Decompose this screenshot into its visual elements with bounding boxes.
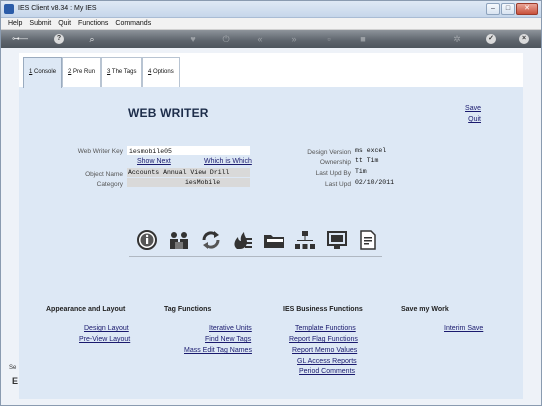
fire-list-icon[interactable]	[231, 229, 253, 251]
power-icon[interactable]: ⏻	[220, 33, 232, 45]
category-value: iesMobile	[127, 178, 250, 187]
title-bar[interactable]: IES Client v8.34 : My IES – □ ✕	[1, 1, 541, 18]
tab-console-key: 1	[29, 69, 33, 75]
window-controls: – □ ✕	[486, 3, 538, 15]
tab-options-label: Options	[153, 69, 174, 75]
heart-icon[interactable]: ♥	[187, 33, 199, 45]
period-comments-link[interactable]: Period Comments	[299, 368, 355, 375]
app-window: IES Client v8.34 : My IES – □ ✕ Help Sub…	[0, 0, 542, 406]
tab-pre-run-label: Pre Run	[73, 69, 96, 75]
show-next-link[interactable]: Show Next	[137, 158, 171, 165]
interim-save-link[interactable]: Interim Save	[444, 325, 483, 332]
menu-submit[interactable]: Submit	[29, 18, 51, 29]
search-icon[interactable]: ⌕	[86, 33, 98, 45]
help-icon[interactable]: ?	[54, 34, 64, 44]
business-functions-heading: IES Business Functions	[283, 306, 363, 313]
tab-options-key: 4	[148, 69, 152, 75]
menu-help[interactable]: Help	[8, 18, 22, 29]
report-memo-values-link[interactable]: Report Memo Values	[292, 347, 357, 354]
check-icon[interactable]: ✓	[486, 34, 496, 44]
side-fragment: Se E	[1, 363, 19, 403]
tab-console[interactable]: 1 Console	[23, 57, 63, 88]
minimize-button[interactable]: –	[486, 3, 500, 15]
save-my-work-heading: Save my Work	[401, 306, 449, 313]
last-upd-by-label: Last Upd By	[315, 170, 351, 177]
appearance-heading: Appearance and Layout	[46, 306, 126, 313]
design-layout-link[interactable]: Design Layout	[84, 325, 129, 332]
quit-link[interactable]: Quit	[468, 116, 481, 123]
side-fragment-letter: E	[12, 376, 19, 386]
fast-forward-icon[interactable]: »	[288, 33, 300, 45]
last-upd-label: Last Upd	[324, 181, 351, 188]
function-icon-row	[131, 229, 379, 257]
menu-quit[interactable]: Quit	[58, 18, 71, 29]
mark-icon[interactable]: ▫	[323, 33, 335, 45]
gl-access-reports-link[interactable]: GL Access Reports	[297, 358, 357, 365]
ownership-label: Ownership	[319, 159, 351, 166]
users-icon[interactable]	[168, 229, 190, 251]
tab-the-tags[interactable]: 3 The Tags	[101, 57, 143, 87]
page-title: WEB WRITER	[128, 106, 209, 120]
save-link[interactable]: Save	[465, 105, 481, 112]
window-title: IES Client v8.34 : My IES	[18, 5, 97, 12]
close-button[interactable]: ✕	[516, 3, 538, 15]
find-new-tags-link[interactable]: Find New Tags	[205, 336, 251, 343]
which-is-which-link[interactable]: Which is Which	[204, 158, 252, 165]
tag-functions-heading: Tag Functions	[164, 306, 212, 313]
sitemap-icon[interactable]	[294, 229, 316, 251]
main-panel: 1 Console 2 Pre Run 3 The Tags 4 Options…	[19, 53, 523, 399]
close-circle-icon[interactable]: ×	[519, 34, 529, 44]
pre-view-layout-link[interactable]: Pre-View Layout	[79, 336, 130, 343]
info-icon[interactable]	[136, 229, 158, 251]
ownership-value: tt Tim	[354, 156, 482, 165]
mass-edit-tag-names-link[interactable]: Mass Edit Tag Names	[184, 347, 252, 354]
key-icon[interactable]: ⊶—	[9, 33, 31, 45]
refresh-icon[interactable]	[200, 229, 222, 251]
iterative-units-link[interactable]: Iterative Units	[209, 325, 252, 332]
last-upd-by-value: Tim	[354, 167, 482, 176]
tab-options[interactable]: 4 Options	[142, 57, 180, 87]
tab-pre-run-key: 2	[68, 69, 72, 75]
tab-the-tags-label: The Tags	[111, 69, 137, 75]
menu-bar: Help Submit Quit Functions Commands	[1, 18, 541, 30]
folder-icon[interactable]	[263, 229, 285, 251]
object-name-value: Accounts Annual View Drill	[127, 168, 250, 177]
settings-icon[interactable]: ✲	[451, 33, 463, 45]
maximize-button[interactable]: □	[501, 3, 515, 15]
tab-pre-run[interactable]: 2 Pre Run	[62, 57, 102, 87]
template-functions-link[interactable]: Template Functions	[295, 325, 356, 332]
tab-the-tags-key: 3	[107, 69, 111, 75]
tab-strip: 1 Console 2 Pre Run 3 The Tags 4 Options	[19, 53, 523, 88]
last-upd-value: 02/10/2011	[354, 178, 482, 187]
category-label: Category	[96, 181, 123, 188]
web-writer-key-input[interactable]: iesmobile05	[127, 146, 250, 155]
rewind-icon[interactable]: «	[254, 33, 266, 45]
menu-functions[interactable]: Functions	[78, 18, 108, 29]
object-name-label: Object Name	[85, 171, 123, 178]
menu-commands[interactable]: Commands	[115, 18, 151, 29]
design-version-label: Design Version	[307, 149, 351, 156]
toolbar: ⊶— ? ⌕ ♥ ⏻ « » ▫ ■ ✲ ✓ ×	[1, 30, 541, 48]
app-logo-icon	[4, 4, 14, 14]
tab-console-label: Console	[34, 69, 57, 75]
document-icon[interactable]	[357, 229, 379, 251]
report-flag-functions-link[interactable]: Report Flag Functions	[289, 336, 358, 343]
monitor-icon[interactable]	[326, 229, 348, 251]
design-version-value: ms excel	[354, 146, 482, 155]
web-writer-key-label: Web Writer Key	[77, 148, 123, 155]
icon-row-divider	[129, 256, 382, 257]
stop-icon[interactable]: ■	[357, 33, 369, 45]
side-fragment-text: Se	[9, 365, 17, 371]
